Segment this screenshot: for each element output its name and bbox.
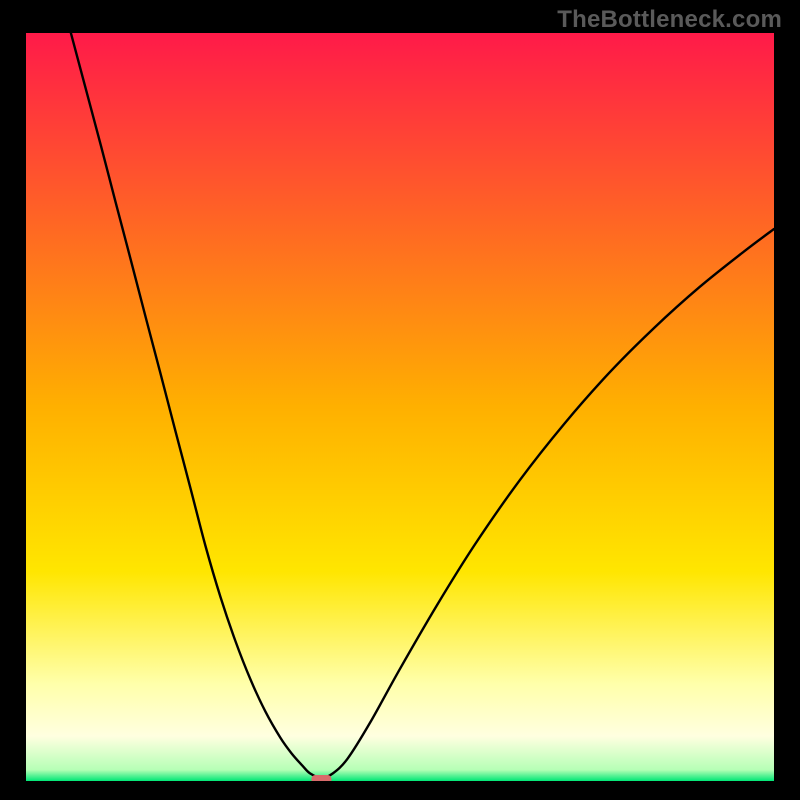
chart-frame: TheBottleneck.com — [0, 0, 800, 800]
watermark-text: TheBottleneck.com — [557, 6, 782, 34]
minimum-marker — [311, 775, 331, 781]
bottleneck-plot — [26, 33, 774, 781]
